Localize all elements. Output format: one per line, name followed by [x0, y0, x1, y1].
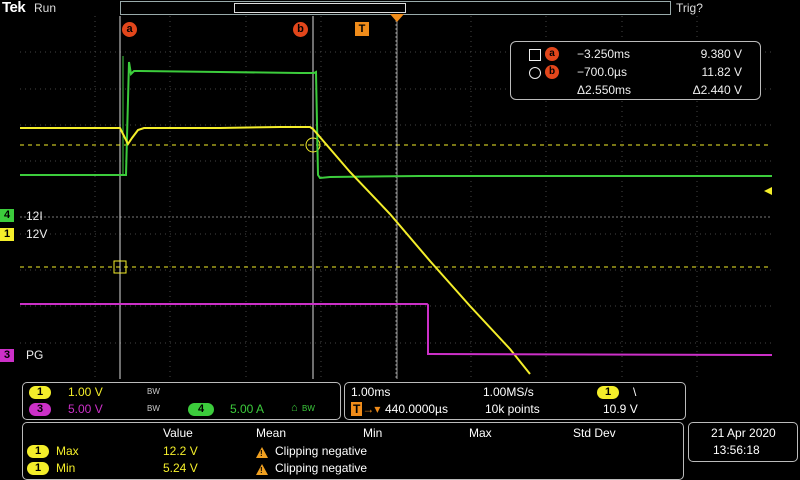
time-display: 13:56:18 [713, 443, 760, 457]
meas-row1-mean: Clipping negative [275, 444, 368, 458]
warning-icon: ! [256, 447, 268, 458]
readout-a-value: 9.380 V [700, 47, 742, 61]
warning-icon: ! [256, 464, 268, 475]
meas-header-min: Min [363, 426, 383, 440]
ch4-badge[interactable]: 4 [188, 403, 214, 416]
readout-row-a: a −3.250ms 9.380 V [511, 47, 760, 63]
ch1-ground-marker[interactable]: 1 [0, 228, 14, 241]
vertical-settings-panel[interactable]: 1 1.00 V BW 3 5.00 V BW 4 5.00 A ⌂ BW [22, 382, 341, 420]
cursor-b-icon: b [545, 65, 559, 79]
horizontal-settings-panel[interactable]: 1.00ms 1.00MS/s 1 \ T →▾ 440.0000µs 10k p… [344, 382, 686, 420]
cursor-a-badge[interactable]: a [122, 22, 137, 37]
ch3-badge[interactable]: 3 [29, 403, 51, 416]
readout-delta-value: Δ2.440 V [692, 83, 742, 97]
square-icon [529, 49, 541, 61]
meas-row1-ch-badge[interactable]: 1 [27, 445, 49, 458]
trigger-slope-icon[interactable]: \ [633, 385, 636, 399]
record-overview[interactable] [120, 1, 671, 15]
meas-row2-value: 5.24 V [163, 461, 198, 475]
ch4-ground-marker[interactable]: 4 [0, 209, 14, 222]
time-per-div[interactable]: 1.00ms [351, 385, 390, 399]
ch3-label: PG [26, 348, 44, 362]
trigger-position-badge[interactable]: T [355, 22, 369, 36]
readout-delta-time: Δ2.550ms [577, 83, 632, 97]
cursor-readout: a −3.250ms 9.380 V b −700.0µs 11.82 V Δ2… [510, 41, 761, 100]
trigger-level-arrow[interactable] [764, 187, 772, 195]
cursor-b-badge[interactable]: b [293, 22, 308, 37]
ch1-label: 12V [26, 227, 48, 241]
ch1-scale[interactable]: 1.00 V [68, 385, 103, 399]
ch3-ground-marker[interactable]: 3 [0, 349, 14, 362]
meas-row2-ch-badge[interactable]: 1 [27, 462, 49, 475]
trigger-position-label: T →▾ [351, 402, 381, 416]
circle-icon [529, 67, 541, 79]
record-window[interactable] [234, 3, 406, 13]
ch3-bw-icon: BW [147, 404, 160, 413]
ch4-label: 12I [26, 209, 43, 223]
ch4-bw-icon: BW [302, 404, 315, 413]
meas-header-value: Value [163, 426, 193, 440]
cursor-a-icon: a [545, 47, 559, 61]
ch1-bw-icon: BW [147, 387, 160, 396]
trigger-arrow-icon [390, 14, 404, 22]
date-display: 21 Apr 2020 [711, 426, 776, 440]
run-state[interactable]: Run [34, 1, 56, 15]
readout-row-delta: Δ2.550ms Δ2.440 V [511, 83, 760, 99]
brand-logo: Tek [2, 0, 26, 16]
meas-row1-name[interactable]: Max [56, 444, 79, 458]
ch1-badge[interactable]: 1 [29, 386, 51, 399]
sample-rate: 1.00MS/s [483, 385, 534, 399]
readout-row-b: b −700.0µs 11.82 V [511, 65, 760, 81]
meas-row1-value: 12.2 V [163, 444, 198, 458]
horizontal-position[interactable]: 440.0000µs [385, 402, 448, 416]
measurement-panel[interactable]: Value Mean Min Max Std Dev 1 Max 12.2 V … [22, 422, 684, 480]
ch4-coupling-icon: ⌂ [291, 402, 298, 414]
readout-b-value: 11.82 V [701, 65, 742, 79]
datetime-panel[interactable]: 21 Apr 2020 13:56:18 [688, 422, 798, 462]
readout-a-time: −3.250ms [577, 47, 631, 61]
ch1-waveform [20, 126, 531, 375]
meas-header-max: Max [469, 426, 492, 440]
record-length[interactable]: 10k points [485, 402, 540, 416]
meas-row2-name[interactable]: Min [56, 461, 75, 475]
ch4-scale[interactable]: 5.00 A [230, 402, 264, 416]
meas-header-mean: Mean [256, 426, 287, 440]
trigger-source-badge[interactable]: 1 [597, 386, 619, 399]
trigger-level[interactable]: 10.9 V [603, 402, 638, 416]
trigger-state: Trig? [676, 1, 703, 15]
meas-header-stddev: Std Dev [573, 426, 616, 440]
meas-row2-mean: Clipping negative [275, 461, 368, 475]
readout-b-time: −700.0µs [577, 65, 627, 79]
ch3-scale[interactable]: 5.00 V [68, 402, 103, 416]
